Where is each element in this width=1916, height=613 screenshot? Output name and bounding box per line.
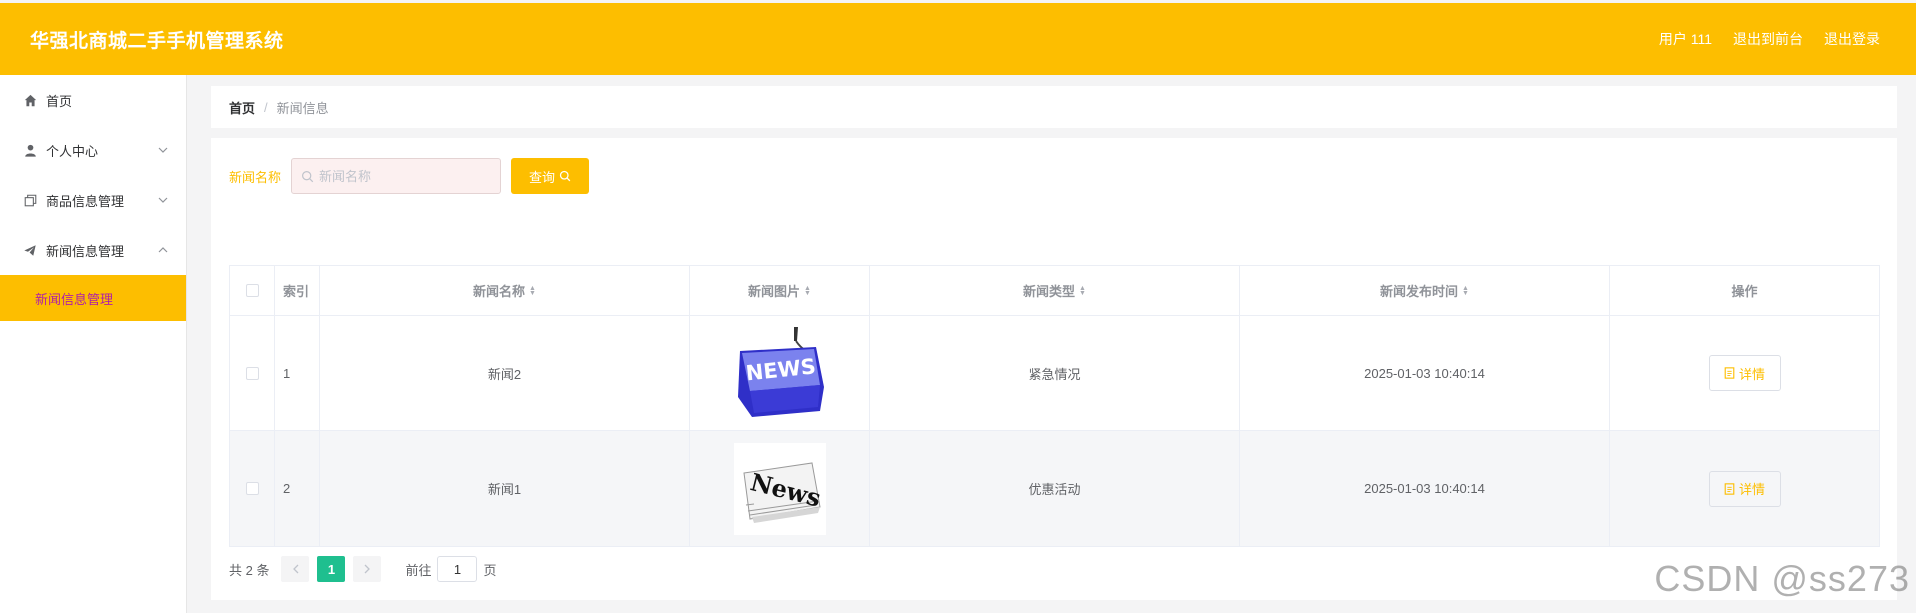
table-header-row: 索引 新闻名称 ▲ ▼ 新闻图片 ▲ ▼ 新闻类型 ▲ ▼ 新闻发布时间 ▲ ▼ 操作	[230, 266, 1879, 316]
main-panel: 新闻名称 查询 索引 新闻名称▲▼ 新闻图片▲▼ 新闻类型▲▼ 新闻发布时间▲▼…	[211, 138, 1897, 600]
breadcrumb-separator: /	[264, 99, 268, 115]
sort-icon[interactable]: ▲ ▼	[1462, 285, 1469, 297]
table-row: 1 新闻2 NEWS 紧急情况 2025-01-03 10:40:14 详情	[230, 316, 1879, 431]
breadcrumb: 首页 / 新闻信息	[211, 86, 1897, 128]
sidebar-item-personal-center[interactable]: 个人中心	[0, 125, 186, 175]
news-keyboard-key-image: NEWS	[737, 327, 824, 417]
sidebar: 首页 个人中心 商品信息管理 新闻信息管理 新闻信息管理	[0, 75, 187, 613]
logout-link[interactable]: 退出登录	[1824, 29, 1880, 49]
sort-icon[interactable]: ▲ ▼	[804, 285, 811, 297]
row-time: 2025-01-03 10:40:14	[1240, 431, 1610, 546]
watermark: CSDN @ss273	[1654, 558, 1910, 599]
row-checkbox-cell	[230, 316, 275, 430]
chevron-down-icon	[158, 195, 168, 206]
sidebar-item-product-management[interactable]: 商品信息管理	[0, 175, 186, 225]
user-icon	[22, 142, 38, 158]
sidebar-item-label: 个人中心	[46, 143, 99, 159]
detail-button-label: 详情	[1738, 366, 1765, 382]
sidebar-item-news-management[interactable]: 新闻信息管理	[0, 225, 186, 275]
chevron-left-icon	[293, 564, 299, 574]
top-header: 华强北商城二手手机管理系统 用户 111 退出到前台 退出登录	[0, 3, 1916, 75]
row-image-cell: NEWS	[690, 316, 870, 430]
sidebar-subitem-news-info[interactable]: 新闻信息管理	[0, 275, 186, 321]
detail-button[interactable]: 详情	[1708, 355, 1781, 391]
sidebar-item-label: 商品信息管理	[46, 193, 125, 209]
news-table: 索引 新闻名称 ▲ ▼ 新闻图片 ▲ ▼ 新闻类型 ▲ ▼ 新闻发布时间 ▲ ▼ 操作 1 新闻…	[229, 265, 1880, 547]
search-field[interactable]	[291, 158, 502, 194]
row-checkbox-cell	[230, 431, 275, 546]
header-actions: 用户 111 退出到前台 退出登录	[1659, 29, 1880, 49]
search-input[interactable]	[319, 168, 490, 184]
app-title: 华强北商城二手手机管理系统	[30, 30, 284, 52]
news-newspaper-image: News	[733, 442, 826, 535]
sort-icon[interactable]: ▲ ▼	[1079, 285, 1086, 297]
document-icon	[1724, 367, 1735, 379]
header-index: 索引	[275, 266, 320, 315]
pagination: 共 2 条 1 前往 页	[229, 556, 497, 582]
page-goto: 前往 页	[405, 556, 497, 582]
breadcrumb-home[interactable]: 首页	[229, 98, 255, 117]
header-actions: 操作	[1731, 284, 1758, 299]
goto-prefix: 前往	[405, 562, 432, 578]
send-icon	[22, 242, 38, 258]
prev-page-button[interactable]	[281, 556, 310, 582]
header-type-label: 新闻类型	[1023, 284, 1076, 299]
sidebar-item-label: 新闻信息管理	[46, 243, 125, 259]
row-image-cell: News	[690, 431, 870, 546]
goto-page-input[interactable]	[437, 556, 478, 582]
detail-button[interactable]: 详情	[1708, 470, 1781, 507]
row-index: 1	[275, 316, 320, 430]
row-checkbox[interactable]	[245, 366, 259, 380]
user-label[interactable]: 用户 111	[1659, 29, 1712, 49]
next-page-button[interactable]	[353, 556, 382, 582]
document-icon	[1724, 482, 1735, 495]
pagination-total: 共 2 条	[229, 562, 270, 578]
chevron-down-icon	[158, 145, 168, 156]
home-icon	[22, 92, 38, 108]
detail-button-label: 详情	[1738, 482, 1765, 497]
header-name-label: 新闻名称	[473, 284, 526, 299]
row-actions: 详情	[1610, 431, 1879, 546]
search-form: 新闻名称 查询	[229, 158, 590, 194]
chevron-right-icon	[364, 564, 370, 574]
chevron-up-icon	[158, 245, 168, 256]
header-name[interactable]: 新闻名称 ▲ ▼	[320, 266, 690, 315]
header-image[interactable]: 新闻图片 ▲ ▼	[690, 266, 870, 315]
header-time-label: 新闻发布时间	[1380, 284, 1459, 299]
page-number-current[interactable]: 1	[317, 556, 346, 582]
row-type: 紧急情况	[870, 316, 1240, 430]
row-name: 新闻1	[320, 431, 690, 546]
header-image-label: 新闻图片	[748, 284, 801, 299]
search-label: 新闻名称	[229, 169, 282, 185]
sort-icon[interactable]: ▲ ▼	[529, 285, 536, 297]
row-type: 优惠活动	[870, 431, 1240, 546]
search-icon	[559, 170, 571, 182]
sidebar-item-label: 首页	[46, 93, 73, 109]
breadcrumb-current: 新闻信息	[276, 100, 329, 116]
search-icon	[302, 170, 314, 182]
header-type[interactable]: 新闻类型 ▲ ▼	[870, 266, 1240, 315]
select-all-checkbox[interactable]	[245, 284, 259, 297]
header-time[interactable]: 新闻发布时间 ▲ ▼	[1240, 266, 1610, 315]
sidebar-item-home[interactable]: 首页	[0, 75, 186, 125]
row-time: 2025-01-03 10:40:14	[1240, 316, 1610, 430]
row-checkbox[interactable]	[245, 482, 259, 495]
table-row: 2 新闻1 News 优惠活动 2025-01-03 10:40:14 详情	[230, 431, 1879, 546]
query-button[interactable]: 查询	[511, 158, 590, 194]
row-index: 2	[275, 431, 320, 546]
query-button-label: 查询	[529, 169, 556, 185]
exit-to-front-link[interactable]: 退出到前台	[1733, 29, 1803, 49]
header-checkbox-cell	[230, 266, 275, 315]
goto-suffix: 页	[483, 562, 497, 578]
row-actions: 详情	[1610, 316, 1879, 430]
copy-icon	[22, 192, 38, 208]
row-name: 新闻2	[320, 316, 690, 430]
